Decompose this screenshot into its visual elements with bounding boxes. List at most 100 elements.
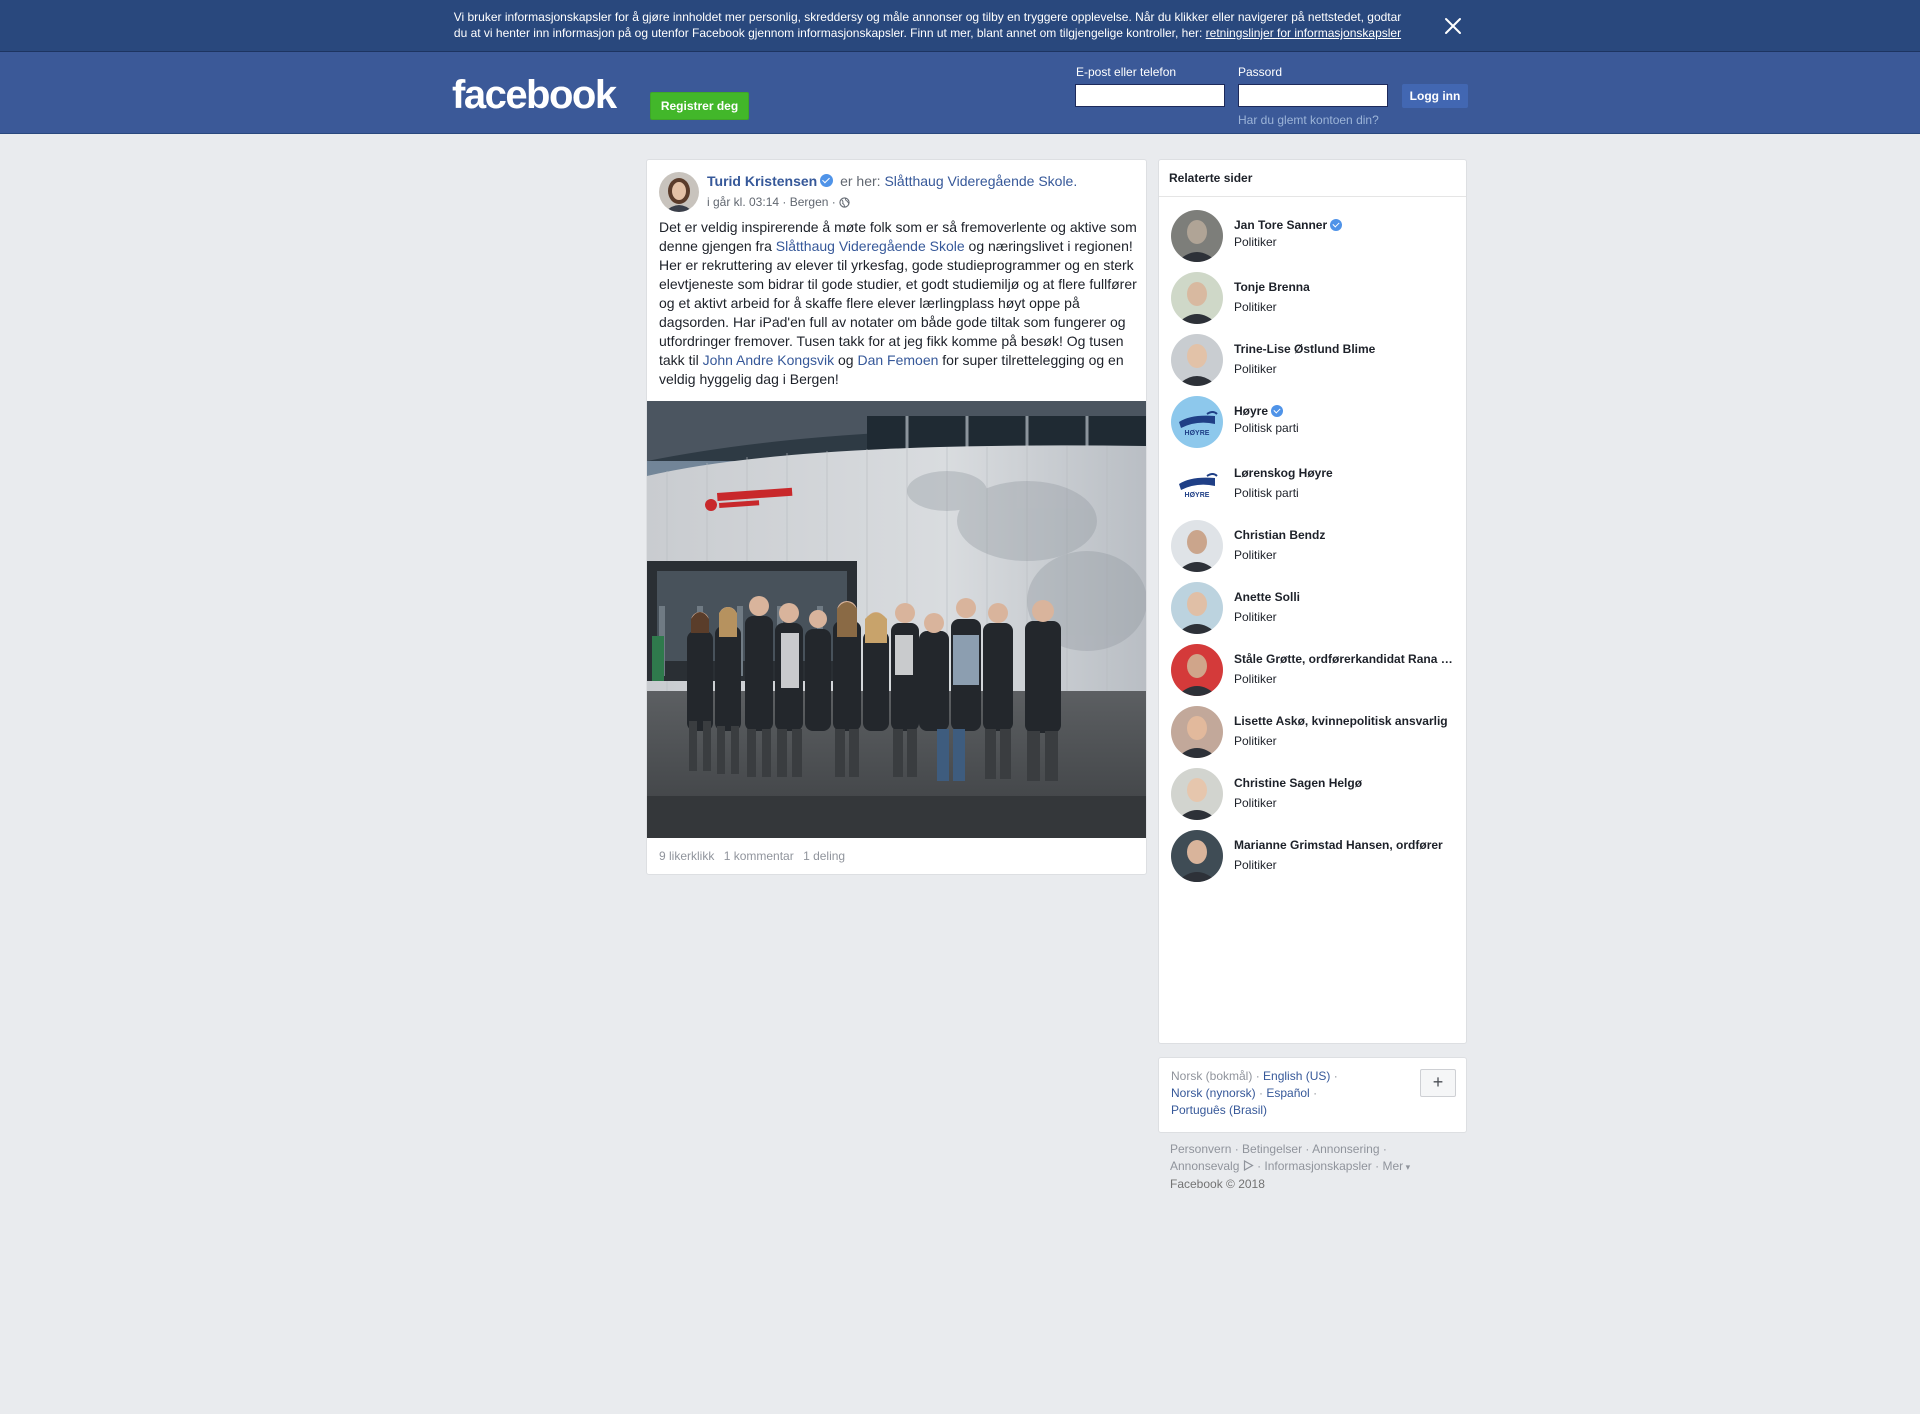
footer-link[interactable]: Betingelser bbox=[1242, 1142, 1302, 1156]
related-page-name[interactable]: Trine-Lise Østlund Blime bbox=[1234, 342, 1456, 356]
related-page-avatar[interactable] bbox=[1171, 768, 1223, 820]
forgot-account-link[interactable]: Har du glemt kontoen din? bbox=[1238, 113, 1379, 127]
related-page-item[interactable]: HØYRE Høyre Politisk parti bbox=[1171, 396, 1461, 456]
globe-icon bbox=[839, 197, 850, 211]
related-page-item[interactable]: Tonje Brenna Politiker bbox=[1171, 272, 1461, 332]
footer-link[interactable]: Informasjonskapsler bbox=[1264, 1159, 1371, 1173]
related-page-item[interactable]: Christian Bendz Politiker bbox=[1171, 520, 1461, 580]
post-stats: 9 likerklikk 1 kommentar 1 deling bbox=[659, 849, 851, 863]
language-link[interactable]: Português (Brasil) bbox=[1171, 1103, 1267, 1117]
login-button[interactable]: Logg inn bbox=[1402, 84, 1468, 108]
email-field[interactable] bbox=[1075, 84, 1225, 107]
post-header: Turid Kristensen er her: Slåtthaug Vider… bbox=[707, 173, 1077, 189]
related-page-name[interactable]: Høyre bbox=[1234, 404, 1456, 418]
author-avatar[interactable] bbox=[659, 172, 699, 212]
related-page-avatar[interactable] bbox=[1171, 272, 1223, 324]
related-page-avatar[interactable] bbox=[1171, 582, 1223, 634]
related-page-item[interactable]: Marianne Grimstad Hansen, ordfører Politi… bbox=[1171, 830, 1461, 890]
related-page-item[interactable]: Lisette Askø, kvinnepolitisk ansvarlig Po… bbox=[1171, 706, 1461, 766]
adchoices-icon bbox=[1243, 1159, 1254, 1176]
related-page-category: Politisk parti bbox=[1234, 486, 1299, 500]
mention-link[interactable]: Dan Femoen bbox=[857, 352, 938, 368]
post-card: Turid Kristensen er her: Slåtthaug Vider… bbox=[646, 159, 1147, 875]
checkin-place-link[interactable]: Slåtthaug Videregående Skole. bbox=[884, 173, 1077, 189]
related-page-name-text: Trine-Lise Østlund Blime bbox=[1234, 342, 1376, 356]
related-page-name[interactable]: Christine Sagen Helgø bbox=[1234, 776, 1456, 790]
related-page-avatar[interactable] bbox=[1171, 644, 1223, 696]
related-page-avatar[interactable] bbox=[1171, 520, 1223, 572]
related-page-avatar[interactable]: HØYRE bbox=[1171, 396, 1223, 448]
related-page-avatar[interactable] bbox=[1171, 830, 1223, 882]
related-page-category: Politiker bbox=[1234, 672, 1277, 686]
related-page-name-text: Ståle Grøtte, ordførerkandidat Rana Høyr… bbox=[1234, 652, 1456, 666]
author-name[interactable]: Turid Kristensen bbox=[707, 173, 817, 189]
related-page-name[interactable]: Ståle Grøtte, ordførerkandidat Rana Høyr… bbox=[1234, 652, 1456, 666]
facebook-logo[interactable]: facebook bbox=[452, 73, 617, 118]
related-page-item[interactable]: Anette Solli Politiker bbox=[1171, 582, 1461, 642]
footer-link[interactable]: Mer bbox=[1382, 1159, 1403, 1173]
footer-link[interactable]: Personvern bbox=[1170, 1142, 1231, 1156]
related-page-name-text: Jan Tore Sanner bbox=[1234, 218, 1328, 232]
language-current: Norsk (bokmål) bbox=[1171, 1069, 1253, 1083]
related-page-category: Politiker bbox=[1234, 362, 1277, 376]
footer: Personvern · Betingelser · Annonsering ·… bbox=[1170, 1142, 1411, 1191]
password-label: Passord bbox=[1238, 65, 1283, 79]
related-page-item[interactable]: HØYRE Lørenskog Høyre Politisk parti bbox=[1171, 458, 1461, 518]
related-page-category: Politiker bbox=[1234, 858, 1277, 872]
post-text-part: og bbox=[834, 352, 858, 368]
related-page-item[interactable]: Jan Tore Sanner Politiker bbox=[1171, 210, 1461, 270]
verified-badge-icon bbox=[1271, 405, 1284, 417]
related-page-name[interactable]: Jan Tore Sanner bbox=[1234, 218, 1456, 232]
related-page-name[interactable]: Marianne Grimstad Hansen, ordfører bbox=[1234, 838, 1456, 852]
related-page-avatar[interactable]: HØYRE bbox=[1171, 458, 1223, 510]
verified-badge-icon bbox=[1330, 219, 1343, 231]
mention-link[interactable]: John Andre Kongsvik bbox=[703, 352, 835, 368]
caret-down-icon: ▾ bbox=[1403, 1162, 1411, 1172]
cookie-policy-link[interactable]: retningslinjer for informasjonskapsler bbox=[1206, 26, 1401, 40]
related-page-item[interactable]: Ståle Grøtte, ordførerkandidat Rana Høyr… bbox=[1171, 644, 1461, 704]
register-button[interactable]: Registrer deg bbox=[650, 92, 749, 120]
related-page-avatar[interactable] bbox=[1171, 334, 1223, 386]
language-link[interactable]: Norsk (nynorsk) bbox=[1171, 1086, 1256, 1100]
related-page-item[interactable]: Christine Sagen Helgø Politiker bbox=[1171, 768, 1461, 828]
cookie-banner: Vi bruker informasjonskapsler for å gjør… bbox=[0, 0, 1920, 52]
related-page-avatar[interactable] bbox=[1171, 706, 1223, 758]
related-page-name[interactable]: Lisette Askø, kvinnepolitisk ansvarlig bbox=[1234, 714, 1456, 728]
shares-count[interactable]: 1 deling bbox=[803, 849, 845, 863]
copyright: Facebook © 2018 bbox=[1170, 1177, 1265, 1191]
related-page-name[interactable]: Lørenskog Høyre bbox=[1234, 466, 1456, 480]
related-page-name-text: Marianne Grimstad Hansen, ordfører bbox=[1234, 838, 1443, 852]
related-page-category: Politiker bbox=[1234, 235, 1277, 249]
related-page-name[interactable]: Anette Solli bbox=[1234, 590, 1456, 604]
more-languages-button[interactable]: + bbox=[1420, 1069, 1456, 1097]
post-timestamp[interactable]: i går kl. 03:14 bbox=[707, 195, 779, 209]
related-page-category: Politiker bbox=[1234, 734, 1277, 748]
post-location[interactable]: Bergen bbox=[790, 195, 829, 209]
likes-count[interactable]: 9 likerklikk bbox=[659, 849, 714, 863]
top-header: facebook Registrer deg E-post eller tele… bbox=[0, 52, 1920, 134]
related-page-item[interactable]: Trine-Lise Østlund Blime Politiker bbox=[1171, 334, 1461, 394]
related-page-name[interactable]: Christian Bendz bbox=[1234, 528, 1456, 542]
related-page-name[interactable]: Tonje Brenna bbox=[1234, 280, 1456, 294]
related-page-category: Politisk parti bbox=[1234, 421, 1299, 435]
footer-link[interactable]: Annonsering bbox=[1312, 1142, 1379, 1156]
post-photo[interactable] bbox=[647, 401, 1146, 838]
comments-count[interactable]: 1 kommentar bbox=[724, 849, 794, 863]
post-meta: i går kl. 03:14 · Bergen · bbox=[707, 195, 850, 211]
related-page-category: Politiker bbox=[1234, 610, 1277, 624]
close-icon[interactable] bbox=[1442, 15, 1464, 37]
cookie-banner-text: Vi bruker informasjonskapsler for å gjør… bbox=[450, 9, 1405, 41]
mention-link[interactable]: Slåtthaug Videregående Skole bbox=[776, 238, 965, 254]
related-page-category: Politiker bbox=[1234, 300, 1277, 314]
password-field[interactable] bbox=[1238, 84, 1388, 107]
related-page-name-text: Høyre bbox=[1234, 404, 1269, 418]
language-link[interactable]: English (US) bbox=[1263, 1069, 1330, 1083]
related-page-category: Politiker bbox=[1234, 548, 1277, 562]
footer-link[interactable]: Annonsevalg bbox=[1170, 1159, 1239, 1173]
related-page-name-text: Lisette Askø, kvinnepolitisk ansvarlig bbox=[1234, 714, 1448, 728]
related-page-avatar[interactable] bbox=[1171, 210, 1223, 262]
related-page-category: Politiker bbox=[1234, 796, 1277, 810]
related-pages-heading: Relaterte sider bbox=[1159, 160, 1466, 197]
language-link[interactable]: Español bbox=[1266, 1086, 1309, 1100]
related-page-name-text: Tonje Brenna bbox=[1234, 280, 1310, 294]
